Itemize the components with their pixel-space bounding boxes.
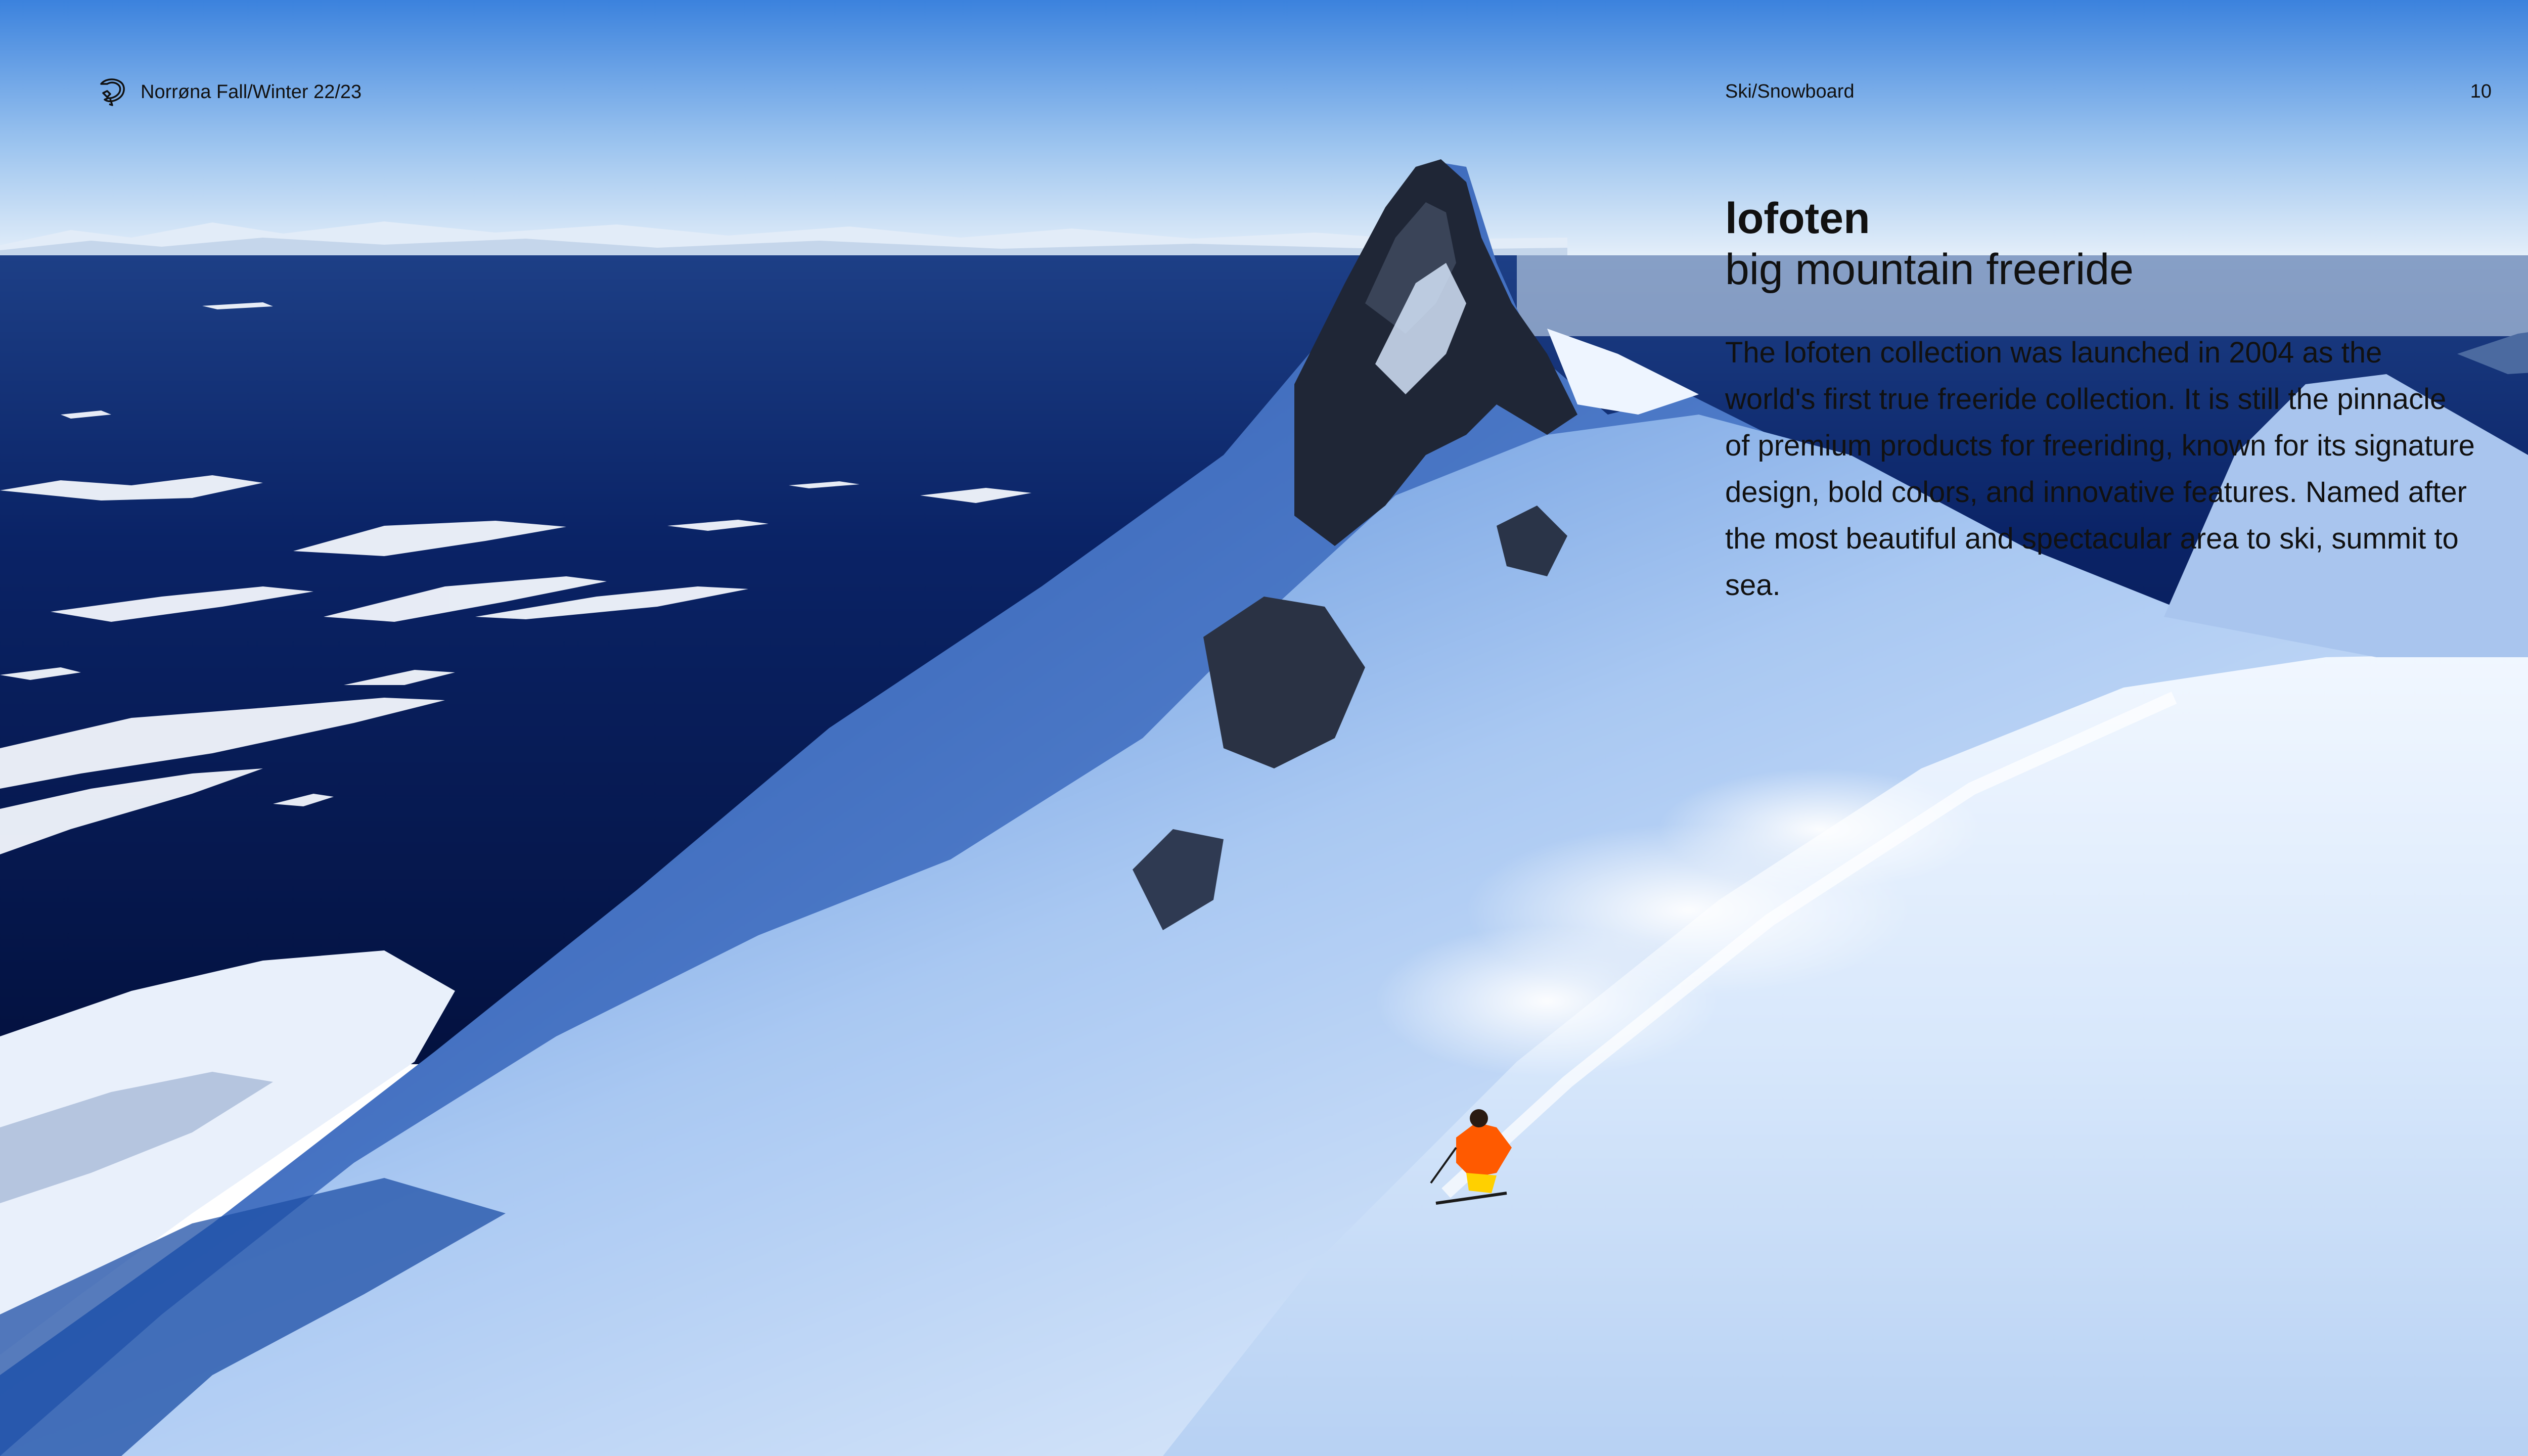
section-label: Ski/Snowboard <box>1725 81 1855 102</box>
brochure-page: Norrøna Fall/Winter 22/23 Ski/Snowboard … <box>0 0 2528 1456</box>
collection-title: lofoten <box>1725 194 1870 243</box>
collection-copy: lofoten big mountain freeride The lofote… <box>1725 195 2484 609</box>
brand-header: Norrøna Fall/Winter 22/23 <box>96 72 362 112</box>
collection-description: The lofoten collection was launched in 2… <box>1725 336 2475 602</box>
page-number: 10 <box>2470 81 2492 102</box>
norrona-bird-logo-icon <box>100 78 125 106</box>
collection-subtitle: big mountain freeride <box>1725 245 2134 294</box>
brand-title: Norrøna Fall/Winter 22/23 <box>141 81 362 103</box>
